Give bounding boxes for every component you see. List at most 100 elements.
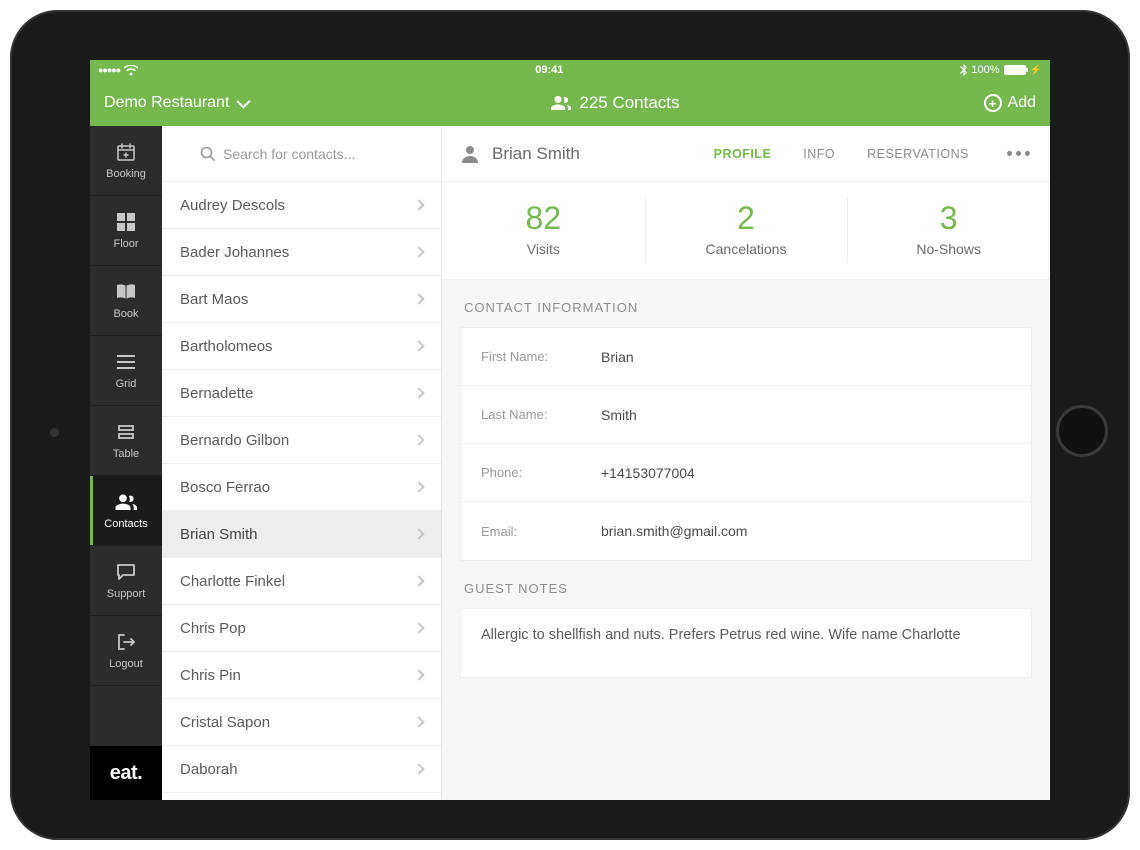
contact-row-name: Bernardo Gilbon: [180, 432, 289, 449]
sidebar-item-logout[interactable]: Logout: [90, 616, 162, 686]
add-button[interactable]: + Add: [984, 94, 1036, 112]
search-input[interactable]: [223, 146, 403, 162]
contact-row[interactable]: Chris Pin: [162, 652, 441, 699]
search-row[interactable]: [162, 126, 441, 182]
charging-icon: ⚡: [1030, 65, 1042, 76]
sidebar-item-label: Book: [113, 308, 138, 320]
stats-row: 82 Visits 2 Cancelations 3 No-Shows: [442, 182, 1050, 280]
guest-notes-text: Allergic to shellfish and nuts. Prefers …: [481, 627, 961, 643]
info-row-email: Email: brian.smith@gmail.com: [461, 502, 1031, 560]
plus-circle-icon: +: [984, 94, 1002, 112]
search-icon: [200, 146, 215, 161]
sidebar-item-label: Booking: [106, 168, 146, 180]
chevron-right-icon: [413, 481, 424, 492]
grid-squares-icon: [117, 211, 135, 233]
logout-icon: [116, 631, 136, 653]
sidebar-item-table[interactable]: Table: [90, 406, 162, 476]
person-icon: [462, 145, 478, 163]
chevron-right-icon: [413, 528, 424, 539]
sidebar-item-label: Table: [113, 448, 139, 460]
contact-row-name: Bernadette: [180, 385, 253, 402]
stat-value: 3: [847, 200, 1050, 237]
contact-row[interactable]: Cristal Sapon: [162, 699, 441, 746]
add-label: Add: [1008, 94, 1036, 112]
chevron-down-icon: [237, 95, 251, 109]
stat-label: Cancelations: [645, 241, 848, 257]
stat-cancelations: 2 Cancelations: [645, 182, 848, 279]
stat-noshows: 3 No-Shows: [847, 182, 1050, 279]
info-label: Last Name:: [481, 407, 601, 422]
info-label: Email:: [481, 524, 601, 539]
stat-label: No-Shows: [847, 241, 1050, 257]
chevron-right-icon: [413, 199, 424, 210]
dot-icon: [1025, 151, 1030, 156]
contact-row[interactable]: Chris Pop: [162, 605, 441, 652]
info-row-phone: Phone: +14153077004: [461, 444, 1031, 502]
detail-header: Brian Smith PROFILE INFO RESERVATIONS: [442, 126, 1050, 182]
contact-name: Brian Smith: [492, 144, 580, 164]
chevron-right-icon: [413, 387, 424, 398]
contact-row-name: Bartholomeos: [180, 338, 273, 355]
contact-row[interactable]: Bosco Ferrao: [162, 464, 441, 511]
screen: ●●●●● 09:41 100% ⚡ Demo Restaurant: [90, 60, 1050, 800]
contact-row-name: Cristal Sapon: [180, 714, 270, 731]
contact-row[interactable]: Charlotte Finkel: [162, 558, 441, 605]
more-menu[interactable]: [1007, 151, 1030, 156]
chevron-right-icon: [413, 622, 424, 633]
camera-dot: [50, 428, 59, 437]
detail-panel: Brian Smith PROFILE INFO RESERVATIONS: [442, 126, 1050, 800]
contact-row[interactable]: Audrey Descols: [162, 182, 441, 229]
dot-icon: [1007, 151, 1012, 156]
stat-value: 82: [442, 200, 645, 237]
contact-row-name: Daborah: [180, 761, 238, 778]
sidebar-item-contacts[interactable]: Contacts: [90, 476, 162, 546]
chevron-right-icon: [413, 716, 424, 727]
info-label: First Name:: [481, 349, 601, 364]
sidebar-item-floor[interactable]: Floor: [90, 196, 162, 266]
contact-row-name: Chris Pin: [180, 667, 241, 684]
contact-row-name: Bader Johannes: [180, 244, 289, 261]
chevron-right-icon: [413, 763, 424, 774]
calendar-add-icon: [116, 141, 136, 163]
chat-icon: [116, 561, 136, 583]
sidebar-item-grid[interactable]: Grid: [90, 336, 162, 406]
sidebar-item-book[interactable]: Book: [90, 266, 162, 336]
contact-row[interactable]: Bart Maos: [162, 276, 441, 323]
contact-list[interactable]: Audrey Descols Bader Johannes Bart Maos Bar…: [162, 182, 441, 800]
sidebar-item-support[interactable]: Support: [90, 546, 162, 616]
dot-icon: [1016, 151, 1021, 156]
battery-icon: [1004, 65, 1026, 75]
header-title: 225 Contacts: [551, 93, 679, 113]
app-header: Demo Restaurant 225 Contacts + Add: [90, 80, 1050, 126]
tab-profile[interactable]: PROFILE: [714, 147, 772, 161]
status-bar: ●●●●● 09:41 100% ⚡: [90, 60, 1050, 80]
contact-row[interactable]: Bernardo Gilbon: [162, 417, 441, 464]
contact-row[interactable]: Brian Smith: [162, 511, 441, 558]
chevron-right-icon: [413, 669, 424, 680]
guest-notes-card[interactable]: Allergic to shellfish and nuts. Prefers …: [460, 608, 1032, 678]
info-row-last-name: Last Name: Smith: [461, 386, 1031, 444]
home-button[interactable]: [1056, 405, 1108, 457]
contact-row[interactable]: Daborah: [162, 746, 441, 793]
bluetooth-icon: [960, 64, 967, 76]
book-icon: [115, 281, 137, 303]
restaurant-selector[interactable]: Demo Restaurant: [104, 94, 247, 112]
contact-row-name: Charlotte Finkel: [180, 573, 285, 590]
wifi-icon: [124, 65, 138, 76]
sidebar-item-booking[interactable]: Booking: [90, 126, 162, 196]
tab-info[interactable]: INFO: [803, 147, 835, 161]
contact-row[interactable]: Bernadette: [162, 370, 441, 417]
contact-row[interactable]: Bader Johannes: [162, 229, 441, 276]
contact-row[interactable]: Bartholomeos: [162, 323, 441, 370]
section-title-contact: CONTACT INFORMATION: [442, 280, 1050, 327]
contacts-count: 225 Contacts: [579, 93, 679, 113]
signal-dots-icon: ●●●●●: [98, 65, 120, 75]
sidebar-item-label: Floor: [113, 238, 138, 250]
info-value: Brian: [601, 349, 634, 365]
section-title-notes: GUEST NOTES: [442, 561, 1050, 608]
tab-reservations[interactable]: RESERVATIONS: [867, 147, 969, 161]
stat-label: Visits: [442, 241, 645, 257]
sidebar-item-label: Logout: [109, 658, 143, 670]
info-value: brian.smith@gmail.com: [601, 523, 747, 539]
contact-row-name: Bart Maos: [180, 291, 248, 308]
